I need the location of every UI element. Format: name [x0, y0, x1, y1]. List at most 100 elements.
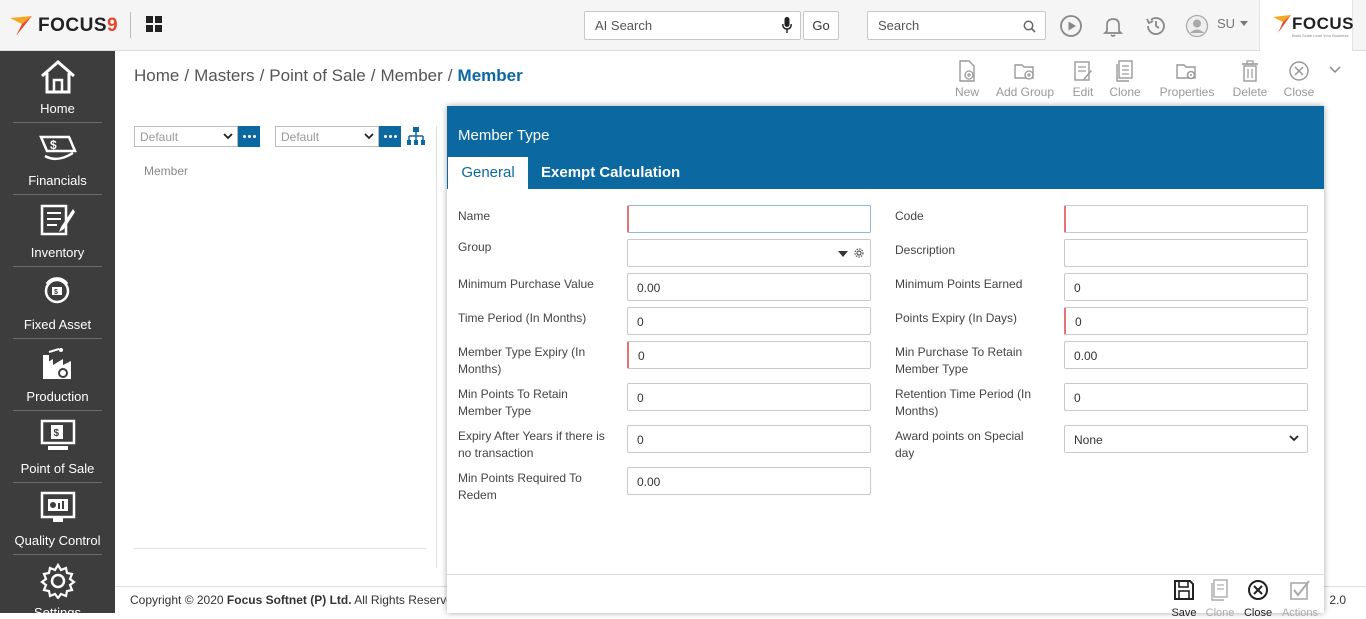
breadcrumb-member[interactable]: Member	[380, 66, 442, 85]
breadcrumb-point-of-sale[interactable]: Point of Sale	[269, 66, 365, 85]
search-icon[interactable]	[1023, 20, 1036, 33]
sidebar: Home $ Financials Inventory $ Fixed Asse…	[0, 51, 115, 613]
sidebar-item-label: Fixed Asset	[23, 317, 92, 332]
checkbox-icon	[1290, 580, 1310, 600]
edit-button[interactable]: Edit	[1069, 60, 1097, 99]
min-purchase-retain-label: Min Purchase To Retain Member Type	[895, 345, 1023, 376]
logo-text: FOCUS	[38, 15, 107, 36]
sidebar-item-point-of-sale[interactable]: $ Point of Sale	[13, 411, 102, 483]
min-purchase-retain-field[interactable]: 0.00	[1064, 341, 1308, 369]
min-points-redeem-field[interactable]: 0.00	[627, 467, 871, 495]
clone-icon	[1211, 579, 1228, 601]
min-points-earned-field[interactable]: 0	[1064, 273, 1308, 301]
member-type-expiry-field[interactable]: 0	[627, 341, 871, 369]
filter-select-2[interactable]: Default	[275, 126, 379, 147]
play-icon[interactable]	[1059, 14, 1083, 38]
actions-button[interactable]: Actions	[1278, 579, 1322, 619]
points-expiry-label: Points Expiry (In Days)	[895, 311, 1018, 325]
properties-icon	[1176, 64, 1196, 80]
name-field[interactable]	[627, 205, 871, 233]
clone-button[interactable]: Clone	[1107, 60, 1143, 99]
ai-search-input[interactable]: AI Search	[584, 11, 801, 40]
properties-button[interactable]: Properties	[1156, 60, 1218, 99]
tree-root-item[interactable]: Member	[144, 164, 188, 178]
version-text: 2.0	[1329, 593, 1346, 607]
hierarchy-icon[interactable]	[407, 127, 425, 146]
dialog-header: Member Type	[447, 106, 1324, 156]
sidebar-item-home[interactable]: Home	[13, 51, 102, 123]
divider	[134, 548, 426, 549]
dialog-tabs: General Exempt Calculation	[447, 156, 1324, 189]
sidebar-item-fixed-asset[interactable]: $ Fixed Asset	[13, 267, 102, 339]
time-period-field[interactable]: 0	[627, 307, 871, 335]
breadcrumb-masters[interactable]: Masters	[194, 66, 254, 85]
search-placeholder: Search	[878, 18, 920, 33]
chevron-down-icon	[364, 133, 374, 140]
min-purchase-value-field[interactable]: 0.00	[627, 273, 871, 301]
sidebar-item-label: Quality Control	[14, 533, 101, 548]
apps-icon[interactable]	[146, 16, 162, 32]
description-label: Description	[895, 243, 956, 257]
points-expiry-field[interactable]: 0	[1064, 307, 1308, 335]
copyright-text: Copyright © 2020 Focus Softnet (P) Ltd. …	[130, 593, 453, 607]
min-purchase-value-label: Minimum Purchase Value	[458, 277, 594, 291]
member-type-expiry-label: Member Type Expiry (In Months)	[458, 345, 586, 376]
chevron-down-icon	[1289, 435, 1299, 442]
brand-mark-icon	[1273, 15, 1291, 33]
sidebar-item-settings[interactable]: Settings	[13, 555, 102, 613]
award-points-special-day-label: Award points on Special day	[895, 429, 1024, 460]
quality-control-icon	[40, 491, 76, 522]
clone-button[interactable]: Clone	[1203, 579, 1237, 619]
delete-icon	[1242, 60, 1258, 82]
new-button[interactable]: New	[952, 60, 982, 99]
group-select[interactable]	[627, 239, 871, 267]
app-logo[interactable]: FOCUS9	[8, 12, 118, 40]
min-points-retain-label: Min Points To Retain Member Type	[458, 387, 568, 418]
sidebar-item-inventory[interactable]: Inventory	[13, 195, 102, 267]
svg-text:$: $	[54, 428, 60, 439]
tab-general[interactable]: General	[448, 157, 528, 189]
brand-tagline: Build Scale Lead Your Business	[1292, 33, 1349, 38]
filter-select-1[interactable]: Default	[134, 126, 238, 147]
sidebar-item-production[interactable]: Production	[13, 339, 102, 411]
user-icon[interactable]	[1185, 14, 1209, 38]
add-group-button[interactable]: Add Group	[994, 60, 1056, 99]
retention-time-period-field[interactable]: 0	[1064, 383, 1308, 411]
description-field[interactable]	[1064, 239, 1308, 267]
sidebar-item-label: Inventory	[30, 245, 85, 260]
save-button[interactable]: Save	[1169, 579, 1199, 619]
sidebar-item-label: Settings	[34, 605, 81, 613]
sidebar-item-financials[interactable]: $ Financials	[13, 123, 102, 195]
filter-1-options-button[interactable]	[238, 126, 260, 147]
breadcrumb-home[interactable]: Home	[134, 66, 179, 85]
mic-icon[interactable]	[782, 17, 792, 34]
min-points-retain-field[interactable]: 0	[627, 383, 871, 411]
tab-exempt-calculation[interactable]: Exempt Calculation	[541, 157, 680, 189]
close-button[interactable]: Close	[1282, 60, 1316, 99]
search-input[interactable]: Search	[867, 11, 1046, 40]
add-group-icon	[1014, 64, 1034, 80]
chevron-down-icon	[223, 133, 233, 140]
sidebar-item-quality-control[interactable]: Quality Control	[13, 483, 102, 555]
fixed-asset-icon: $	[44, 277, 70, 304]
gear-icon[interactable]	[854, 248, 864, 258]
bell-icon[interactable]	[1101, 14, 1125, 38]
user-name[interactable]: SU	[1217, 16, 1235, 31]
clone-icon	[1116, 60, 1133, 82]
history-icon[interactable]	[1144, 14, 1168, 38]
chevron-down-icon[interactable]	[1240, 21, 1248, 26]
dialog-footer: Save Clone Close Actions	[447, 574, 1324, 619]
expiry-after-years-field[interactable]: 0	[627, 425, 871, 453]
go-button[interactable]: Go	[803, 11, 839, 40]
member-type-dialog: Member Type General Exempt Calculation N…	[447, 106, 1324, 619]
filter-2-options-button[interactable]	[379, 126, 401, 147]
caret-down-icon	[838, 251, 848, 257]
close-button[interactable]: Close	[1241, 579, 1275, 619]
award-points-special-day-select[interactable]: None	[1064, 425, 1308, 453]
chevron-down-icon[interactable]	[1329, 66, 1341, 74]
code-field[interactable]	[1064, 205, 1308, 233]
svg-text:$: $	[50, 138, 57, 152]
dialog-title: Member Type	[458, 127, 550, 144]
delete-button[interactable]: Delete	[1230, 60, 1270, 99]
logo-digit: 9	[107, 15, 119, 36]
